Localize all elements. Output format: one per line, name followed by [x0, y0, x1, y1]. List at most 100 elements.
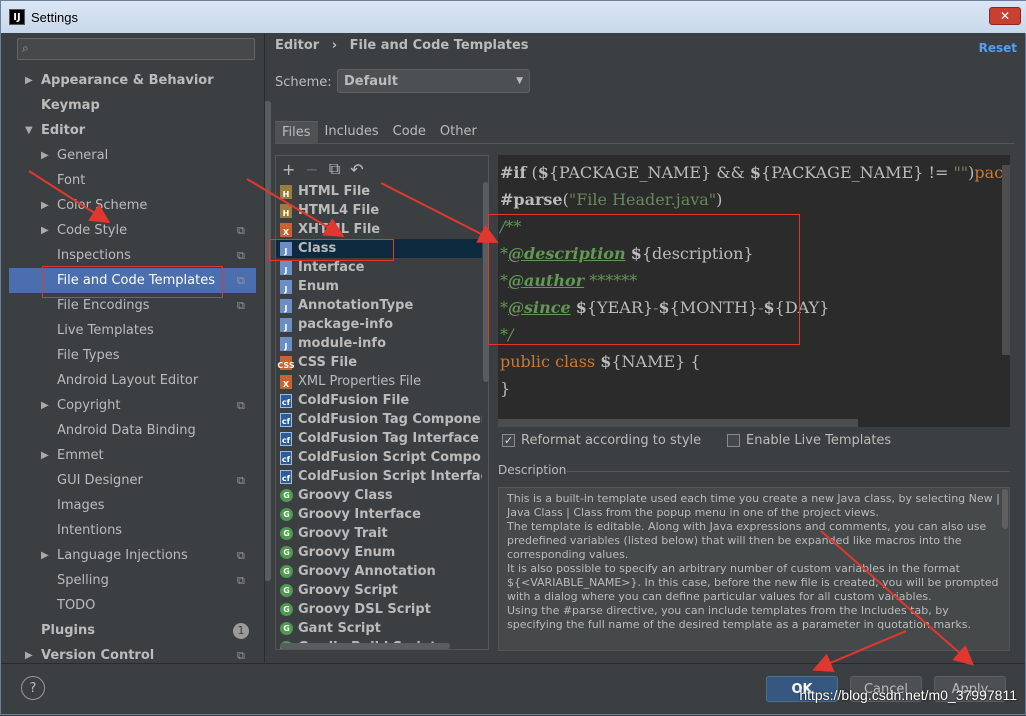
- template-list-scrollbar[interactable]: [483, 182, 489, 382]
- tab-includes[interactable]: Includes: [318, 121, 386, 143]
- j-file-icon: J: [280, 260, 292, 275]
- live-templates-label: Enable Live Templates: [746, 433, 892, 448]
- sidebar-item-font[interactable]: Font: [9, 168, 256, 193]
- template-item-coldfusion-file[interactable]: cf ColdFusion File: [276, 391, 482, 410]
- template-item-class[interactable]: J Class: [276, 239, 482, 258]
- sidebar-item-label: Inspections: [57, 248, 131, 263]
- sidebar-item-todo[interactable]: TODO: [9, 593, 256, 618]
- editor-scrollbar[interactable]: [1002, 165, 1010, 355]
- close-button[interactable]: ✕: [989, 7, 1021, 25]
- template-item-annotationtype[interactable]: J AnnotationType: [276, 296, 482, 315]
- template-item-groovy-dsl-script[interactable]: G Groovy DSL Script: [276, 600, 482, 619]
- template-item-xhtml-file[interactable]: X XHTML File: [276, 220, 482, 239]
- sidebar-item-general[interactable]: ▶ General: [9, 143, 256, 168]
- chevron-right-icon[interactable]: ▶: [41, 450, 49, 461]
- template-editor[interactable]: #if (${PACKAGE_NAME} && ${PACKAGE_NAME} …: [498, 155, 1010, 427]
- settings-search[interactable]: ⌕: [17, 38, 255, 60]
- revert-icon[interactable]: ↶: [350, 160, 363, 179]
- sidebar-item-label: Android Layout Editor: [57, 373, 199, 388]
- sidebar-item-plugins[interactable]: Plugins 1: [9, 618, 256, 643]
- sidebar-item-gui-designer[interactable]: GUI Designer ⧉: [9, 468, 256, 493]
- template-item-html-file[interactable]: H HTML File: [276, 182, 482, 201]
- sidebar-item-appearance-behavior[interactable]: ▶ Appearance & Behavior: [9, 68, 256, 93]
- template-item-groovy-class[interactable]: G Groovy Class: [276, 486, 482, 505]
- template-item-html4-file[interactable]: H HTML4 File: [276, 201, 482, 220]
- h-file-icon: H: [280, 184, 292, 199]
- sidebar-item-language-injections[interactable]: ▶ Language Injections ⧉: [9, 543, 256, 568]
- sidebar-item-images[interactable]: Images: [9, 493, 256, 518]
- code-token: public class: [500, 352, 601, 371]
- chevron-right-icon[interactable]: ▶: [25, 650, 33, 661]
- code-line: #if (${PACKAGE_NAME} && ${PACKAGE_NAME} …: [500, 163, 1010, 182]
- copy-icon[interactable]: ⧉: [329, 159, 340, 179]
- template-item-coldfusion-tag-interface[interactable]: cf ColdFusion Tag Interface: [276, 429, 482, 448]
- tab-files[interactable]: Files: [275, 121, 318, 143]
- tab-other[interactable]: Other: [433, 121, 484, 143]
- template-item-interface[interactable]: J Interface: [276, 258, 482, 277]
- sidebar-item-editor[interactable]: ▼ Editor: [9, 118, 256, 143]
- scheme-select[interactable]: Default ▼: [337, 69, 530, 93]
- chevron-right-icon[interactable]: ▶: [25, 75, 33, 86]
- editor-hscrollbar[interactable]: [498, 419, 858, 427]
- reset-link[interactable]: Reset: [979, 41, 1017, 55]
- search-icon: ⌕: [22, 41, 29, 55]
- code-line: *@since ${YEAR}-${MONTH}-${DAY}: [500, 298, 829, 317]
- description-scrollbar[interactable]: [1002, 489, 1008, 529]
- template-item-label: ColdFusion Script Interface: [298, 469, 482, 484]
- template-item-coldfusion-script-interface[interactable]: cf ColdFusion Script Interface: [276, 467, 482, 486]
- g-file-icon: G: [280, 527, 293, 540]
- chevron-down-icon[interactable]: ▼: [25, 125, 33, 136]
- chevron-right-icon[interactable]: ▶: [41, 225, 49, 236]
- chevron-right-icon[interactable]: ▶: [41, 150, 49, 161]
- reformat-checkbox[interactable]: ✓ Reformat according to style: [502, 433, 701, 448]
- add-icon[interactable]: +: [282, 160, 295, 179]
- template-item-gant-script[interactable]: G Gant Script: [276, 619, 482, 638]
- sidebar-item-label: Spelling: [57, 573, 109, 588]
- code-token: $: [575, 298, 587, 317]
- chevron-right-icon[interactable]: ▶: [41, 200, 49, 211]
- template-item-groovy-script[interactable]: G Groovy Script: [276, 581, 482, 600]
- template-item-css-file[interactable]: CSS CSS File: [276, 353, 482, 372]
- cf-file-icon: cf: [280, 469, 292, 484]
- chevron-right-icon[interactable]: ▶: [41, 400, 49, 411]
- sidebar-item-color-scheme[interactable]: ▶ Color Scheme: [9, 193, 256, 218]
- sidebar-item-spelling[interactable]: Spelling ⧉: [9, 568, 256, 593]
- template-item-module-info[interactable]: Jmodule-info: [276, 334, 482, 353]
- template-item-enum[interactable]: J Enum: [276, 277, 482, 296]
- sidebar-item-file-types[interactable]: File Types: [9, 343, 256, 368]
- tab-code[interactable]: Code: [386, 121, 433, 143]
- template-item-groovy-trait[interactable]: G Groovy Trait: [276, 524, 482, 543]
- breadcrumb-parent[interactable]: Editor: [275, 38, 319, 53]
- template-item-xml-properties-file[interactable]: X XML Properties File: [276, 372, 482, 391]
- sidebar-item-code-style[interactable]: ▶ Code Style ⧉: [9, 218, 256, 243]
- template-item-label: Groovy Enum: [298, 545, 396, 560]
- template-list-hscrollbar[interactable]: [280, 643, 450, 649]
- code-token: @author: [508, 271, 585, 290]
- sidebar-item-inspections[interactable]: Inspections ⧉: [9, 243, 256, 268]
- live-templates-checkbox[interactable]: Enable Live Templates: [727, 433, 891, 448]
- sidebar-item-file-and-code-templates[interactable]: File and Code Templates ⧉: [9, 268, 256, 293]
- template-item-coldfusion-tag-component[interactable]: cf ColdFusion Tag Component: [276, 410, 482, 429]
- settings-window: IJ Settings ✕ ⌕ ▶ Appearance & Behavior Ke…: [0, 0, 1026, 715]
- sidebar-item-file-encodings[interactable]: File Encodings ⧉: [9, 293, 256, 318]
- code-token: {DAY}: [774, 298, 830, 317]
- template-item-groovy-enum[interactable]: G Groovy Enum: [276, 543, 482, 562]
- chevron-right-icon[interactable]: ▶: [41, 550, 49, 561]
- sidebar-item-live-templates[interactable]: Live Templates: [9, 318, 256, 343]
- template-item-package-info[interactable]: Jpackage-info: [276, 315, 482, 334]
- sidebar-item-copyright[interactable]: ▶ Copyright ⧉: [9, 393, 256, 418]
- sidebar-item-android-layout-editor[interactable]: Android Layout Editor: [9, 368, 256, 393]
- template-tabs: Files Includes Code Other: [275, 121, 484, 143]
- sidebar-item-android-data-binding[interactable]: Android Data Binding: [9, 418, 256, 443]
- sidebar-item-keymap[interactable]: Keymap: [9, 93, 256, 118]
- sidebar-item-intentions[interactable]: Intentions: [9, 518, 256, 543]
- search-input[interactable]: [40, 40, 250, 58]
- template-item-groovy-interface[interactable]: G Groovy Interface: [276, 505, 482, 524]
- remove-icon[interactable]: −: [305, 160, 318, 179]
- sidebar-item-label: File Types: [57, 348, 120, 363]
- template-item-groovy-annotation[interactable]: G Groovy Annotation: [276, 562, 482, 581]
- help-button[interactable]: ?: [21, 676, 45, 700]
- sidebar-item-label: Intentions: [57, 523, 123, 538]
- template-item-coldfusion-script-component[interactable]: cf ColdFusion Script Component: [276, 448, 482, 467]
- sidebar-item-emmet[interactable]: ▶ Emmet: [9, 443, 256, 468]
